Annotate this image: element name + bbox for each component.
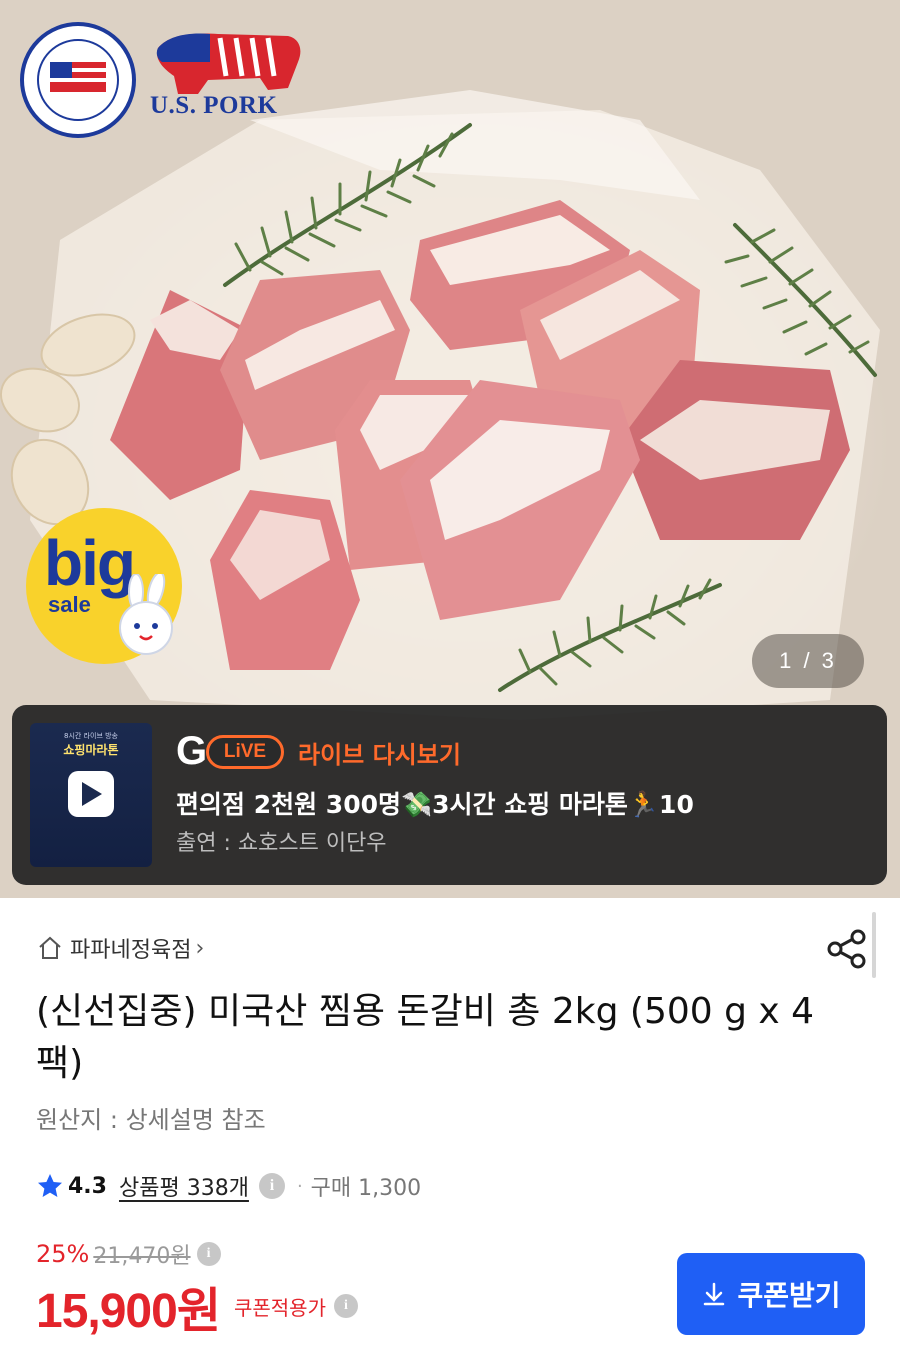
live-pill: LiVE	[206, 735, 284, 769]
home-icon	[39, 936, 61, 959]
star-icon	[38, 1174, 62, 1197]
download-icon	[704, 1282, 725, 1306]
live-host: 출연 : 쇼호스트 이단우	[176, 831, 387, 856]
price-discount-row: 25% 21,470원 i	[36, 1238, 221, 1270]
store-link[interactable]: 파파네정육점 ›	[36, 930, 204, 966]
g-live-logo: G	[176, 729, 208, 773]
usmef-logo	[20, 22, 136, 138]
us-pork-logo-text: U.S. PORK	[150, 92, 278, 119]
review-count-link[interactable]: 상품평 338개	[119, 1170, 249, 1202]
live-replay-label[interactable]: 라이브 다시보기	[298, 735, 461, 770]
live-replay-banner[interactable]: 8시간 라이브 방송 쇼핑마라톤 G LiVE 라이브 다시보기 편의점 2천원…	[12, 705, 887, 885]
rating-score: 4.3	[68, 1173, 107, 1199]
coupon-info-icon[interactable]: i	[333, 1294, 358, 1318]
play-icon[interactable]	[68, 771, 114, 817]
store-name: 파파네정육점	[70, 938, 192, 963]
download-coupon-label: 쿠폰받기	[737, 1279, 841, 1312]
share-icon[interactable]	[826, 928, 868, 970]
original-price: 21,470원	[93, 1244, 191, 1269]
live-thumbnail[interactable]: 8시간 라이브 방송 쇼핑마라톤	[30, 723, 152, 867]
scrollbar[interactable]	[872, 912, 876, 978]
price-info-icon[interactable]: i	[196, 1242, 221, 1266]
live-thumbnail-caption-small: 8시간 라이브 방송	[64, 732, 118, 740]
coupon-price-label: 쿠폰적용가	[233, 1295, 326, 1320]
separator-dot: ·	[296, 1175, 303, 1197]
big-sale-badge: big sale	[26, 508, 182, 664]
live-thumbnail-caption-title: 쇼핑마라톤	[63, 743, 119, 757]
product-origin: 원산지 : 상세설명 참조	[36, 1106, 266, 1134]
info-icon[interactable]: i	[258, 1173, 285, 1199]
product-title: (신선집중) 미국산 찜용 돈갈비 총 2kg (500 g x 4팩)	[36, 991, 815, 1084]
discount-rate: 25%	[36, 1240, 90, 1268]
big-sale-badge-sale: sale	[48, 592, 91, 617]
chevron-right-icon: ›	[195, 935, 205, 961]
carousel-page-indicator: 1 / 3	[752, 634, 864, 688]
bunny-icon	[119, 574, 173, 655]
download-coupon-button[interactable]: 쿠폰받기	[677, 1253, 865, 1335]
current-price: 15,900원	[36, 1285, 221, 1338]
live-title: 편의점 2천원 300명💸3시간 쇼핑 마라톤🏃10	[176, 790, 694, 819]
price-main-row: 15,900원 쿠폰적용가 i	[36, 1276, 358, 1338]
rating-row: 4.3 상품평 338개 i · 구매 1,300	[36, 1168, 421, 1204]
purchase-count: 구매 1,300	[310, 1176, 422, 1201]
